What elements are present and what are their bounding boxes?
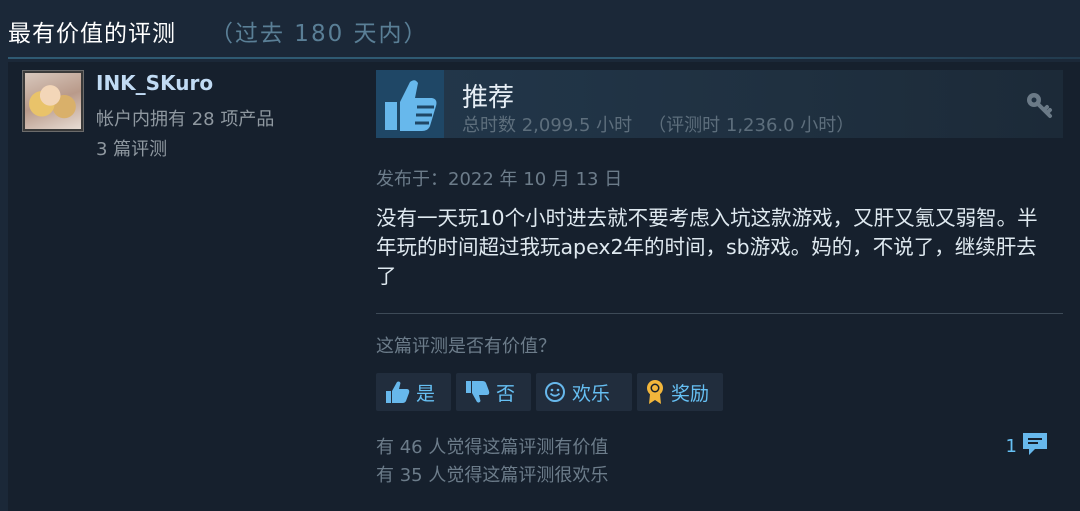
vote-yes-label: 是 [416,382,436,405]
vote-no-label: 否 [496,382,516,405]
helpful-count: 有 46 人觉得这篇评测有价值 [376,437,609,458]
header-divider [8,57,1080,59]
award-icon [645,379,665,405]
award-button[interactable]: 奖励 [637,373,723,411]
recommendation-label: 推荐 [462,83,515,113]
vote-buttons: 是 否 欢乐 奖励 [376,373,723,411]
comment-icon [1021,431,1049,462]
hours-total: 总时数 2,099.5 小时 [462,115,633,136]
thumbs-up-icon [376,70,444,138]
key-icon [1025,91,1053,123]
playtime: 总时数 2,099.5 小时 （评测时 1,236.0 小时） [462,111,854,137]
thumbs-down-icon [464,380,490,404]
comment-link[interactable]: 1 [1006,431,1049,462]
avatar[interactable] [22,70,84,132]
section-header: 最有价值的评测 （过去 180 天内） [8,14,429,50]
vote-no-button[interactable]: 否 [456,373,531,411]
recommendation-bar[interactable]: 推荐 总时数 2,099.5 小时 （评测时 1,236.0 小时） [376,70,1063,138]
comment-count: 1 [1005,436,1017,457]
review-card: INK_SKuro 帐户内拥有 28 项产品 3 篇评测 推荐 总时数 2,09… [8,62,1080,511]
vote-summary: 有 46 人觉得这篇评测有价值 有 35 人觉得这篇评测很欢乐 [376,434,608,490]
author-products[interactable]: 帐户内拥有 28 项产品 [96,105,274,131]
funny-count: 有 35 人觉得这篇评测很欢乐 [376,465,609,486]
helpful-question: 这篇评测是否有价值？ [376,336,556,357]
section-title: 最有价值的评测 [8,21,176,47]
award-label: 奖励 [671,382,710,405]
review-text: 没有一天玩10个小时进去就不要考虑入坑这款游戏，又肝又氪又弱智。半年玩的时间超过… [376,206,1038,288]
divider [376,313,1063,314]
posted-date: 发布于：2022 年 10 月 13 日 [376,169,623,190]
section-period: （过去 180 天内） [210,21,429,47]
vote-funny-label: 欢乐 [572,382,611,405]
author-reviews[interactable]: 3 篇评测 [96,135,167,161]
smiley-icon [544,381,566,403]
vote-yes-button[interactable]: 是 [376,373,451,411]
hours-at-review: （评测时 1,236.0 小时） [648,115,855,136]
avatar-image [25,73,81,129]
thumbs-up-icon [384,380,410,404]
author-name[interactable]: INK_SKuro [96,71,213,95]
vote-funny-button[interactable]: 欢乐 [536,373,632,411]
